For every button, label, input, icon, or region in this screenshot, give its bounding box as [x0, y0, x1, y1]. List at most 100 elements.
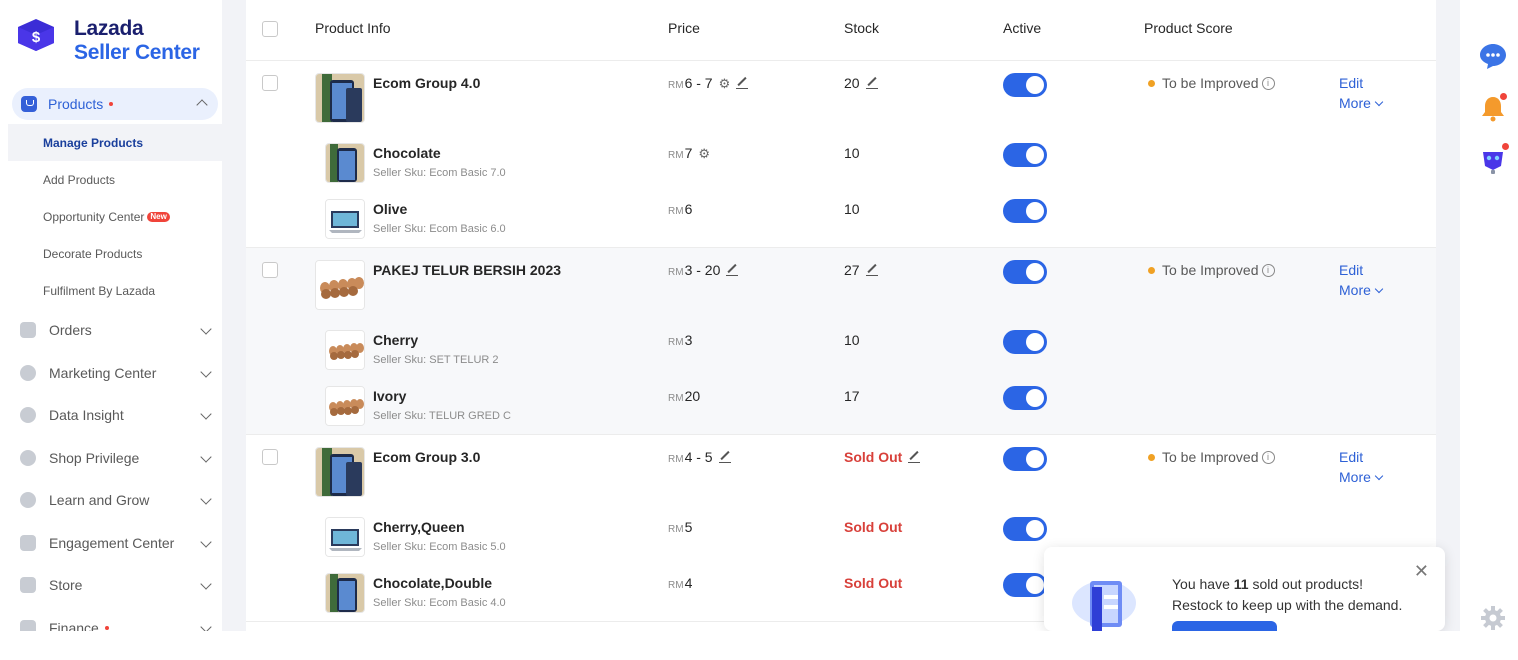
product-thumbnail[interactable] — [315, 260, 365, 310]
sidebar-item-label: Store — [49, 577, 83, 594]
edit-pencil-icon[interactable] — [718, 451, 731, 464]
variant-name: Olive — [373, 201, 408, 217]
active-toggle[interactable] — [1003, 199, 1047, 223]
data-insight-icon — [20, 407, 36, 424]
sidebar-item-orders[interactable]: Orders — [0, 309, 222, 352]
sidebar-item-store[interactable]: Store — [0, 564, 222, 607]
active-toggle[interactable] — [1003, 517, 1047, 541]
settings-icon[interactable]: ⚙ — [698, 146, 710, 162]
edit-link[interactable]: Edit — [1339, 447, 1382, 467]
product-price: RM6 - 7 ⚙ — [668, 75, 749, 92]
bell-icon[interactable] — [1479, 93, 1507, 122]
variant-thumbnail[interactable] — [325, 143, 365, 183]
lazada-logo-icon: $ — [16, 18, 56, 52]
product-group: PAKEJ TELUR BERSIH 2023 RM3 - 20 27 To b… — [246, 248, 1436, 435]
active-toggle[interactable] — [1003, 143, 1047, 167]
product-name[interactable]: Ecom Group 4.0 — [373, 75, 480, 91]
sidebar-subitem-decorate-products[interactable]: Decorate Products — [0, 235, 222, 272]
stock-value: 20 — [844, 75, 860, 91]
header-stock: Stock — [844, 20, 880, 36]
variant-name: Cherry — [373, 332, 419, 348]
sidebar-item-label: Products — [48, 96, 104, 112]
table-header: Product Info Price Stock Active Product … — [246, 0, 1436, 61]
edit-link[interactable]: Edit — [1339, 73, 1382, 93]
sidebar-item-data-insight[interactable]: Data Insight — [0, 394, 222, 437]
active-toggle[interactable] — [1003, 573, 1047, 597]
chevron-down-icon — [1374, 471, 1384, 481]
edit-pencil-icon[interactable] — [865, 264, 878, 277]
toast-line2: Restock to keep up with the demand. — [1172, 597, 1403, 613]
active-toggle[interactable] — [1003, 330, 1047, 354]
variant-thumbnail[interactable] — [325, 199, 365, 239]
edit-pencil-icon[interactable] — [908, 451, 921, 464]
sidebar-subitem-fulfilment[interactable]: Fulfilment By Lazada — [0, 272, 222, 309]
sidebar-item-learn-and-grow[interactable]: Learn and Grow — [0, 479, 222, 522]
sidebar-subitem-manage-products[interactable]: Manage Products — [8, 124, 222, 161]
product-score: To be Improved i — [1148, 75, 1275, 91]
sidebar-item-shop-privilege[interactable]: Shop Privilege — [0, 437, 222, 480]
variant-thumbnail[interactable] — [325, 330, 365, 370]
product-thumbnail[interactable] — [315, 73, 365, 123]
variant-stock: 10 — [844, 201, 860, 217]
brand[interactable]: $ Lazada Seller Center — [16, 18, 200, 64]
variant-thumbnail[interactable] — [325, 573, 365, 613]
marketing-icon — [20, 364, 36, 381]
variant-sku: Seller Sku: Ecom Basic 7.0 — [373, 167, 506, 179]
product-name[interactable]: PAKEJ TELUR BERSIH 2023 — [373, 262, 561, 278]
sidebar-item-products[interactable]: Products — [12, 88, 218, 120]
chat-icon[interactable] — [1479, 42, 1507, 70]
more-link[interactable]: More — [1339, 280, 1384, 300]
info-icon[interactable]: i — [1261, 450, 1275, 464]
edit-pencil-icon[interactable] — [736, 77, 749, 90]
variant-stock: 10 — [844, 332, 860, 348]
sidebar-subitem-add-products[interactable]: Add Products — [0, 161, 222, 198]
row-checkbox[interactable] — [262, 449, 278, 465]
header-product-score: Product Score — [1144, 20, 1233, 36]
edit-link[interactable]: Edit — [1339, 260, 1382, 280]
sidebar-item-marketing-center[interactable]: Marketing Center — [0, 352, 222, 395]
product-stock: Sold Out — [844, 449, 921, 465]
chevron-down-icon — [200, 620, 212, 631]
active-toggle[interactable] — [1003, 447, 1047, 471]
currency-label: RM — [668, 206, 684, 217]
variant-thumbnail[interactable] — [325, 517, 365, 557]
store-icon — [20, 577, 36, 594]
chevron-up-icon[interactable] — [196, 99, 208, 111]
more-link[interactable]: More — [1339, 467, 1384, 487]
product-thumbnail[interactable] — [315, 447, 365, 497]
row-actions: Edit More — [1339, 73, 1384, 113]
row-checkbox[interactable] — [262, 75, 278, 91]
variant-sku: Seller Sku: Ecom Basic 4.0 — [373, 597, 506, 609]
robot-assistant-icon[interactable] — [1479, 143, 1509, 174]
settings-icon[interactable]: ⚙ — [719, 76, 731, 92]
privilege-icon — [20, 449, 36, 466]
product-name[interactable]: Ecom Group 3.0 — [373, 449, 480, 465]
select-all-checkbox[interactable] — [262, 21, 278, 37]
variant-price: RM4 — [668, 575, 692, 591]
more-label: More — [1339, 282, 1371, 298]
edit-pencil-icon[interactable] — [726, 264, 739, 277]
more-link[interactable]: More — [1339, 93, 1384, 113]
price-value: 4 — [684, 575, 693, 591]
variant-sku: Seller Sku: SET TELUR 2 — [373, 354, 499, 366]
edit-pencil-icon[interactable] — [865, 77, 878, 90]
stock-value: 27 — [844, 262, 860, 278]
active-toggle[interactable] — [1003, 73, 1047, 97]
sidebar-item-label: Engagement Center — [49, 534, 175, 551]
sidebar-subitem-opportunity-center[interactable]: Opportunity Center New — [0, 198, 222, 235]
sidebar-item-finance[interactable]: Finance — [0, 607, 222, 631]
close-icon[interactable]: ✕ — [1414, 561, 1429, 582]
price-value: 20 — [684, 388, 701, 404]
header-active: Active — [1003, 20, 1042, 36]
restock-button[interactable] — [1172, 621, 1277, 631]
currency-label: RM — [668, 524, 684, 535]
info-icon[interactable]: i — [1261, 263, 1275, 277]
info-icon[interactable]: i — [1261, 76, 1275, 90]
row-checkbox[interactable] — [262, 262, 278, 278]
variant-thumbnail[interactable] — [325, 386, 365, 426]
gear-icon[interactable] — [1479, 604, 1507, 632]
price-value: 7 — [684, 145, 693, 161]
sidebar-item-engagement-center[interactable]: Engagement Center — [0, 522, 222, 565]
active-toggle[interactable] — [1003, 386, 1047, 410]
active-toggle[interactable] — [1003, 260, 1047, 284]
